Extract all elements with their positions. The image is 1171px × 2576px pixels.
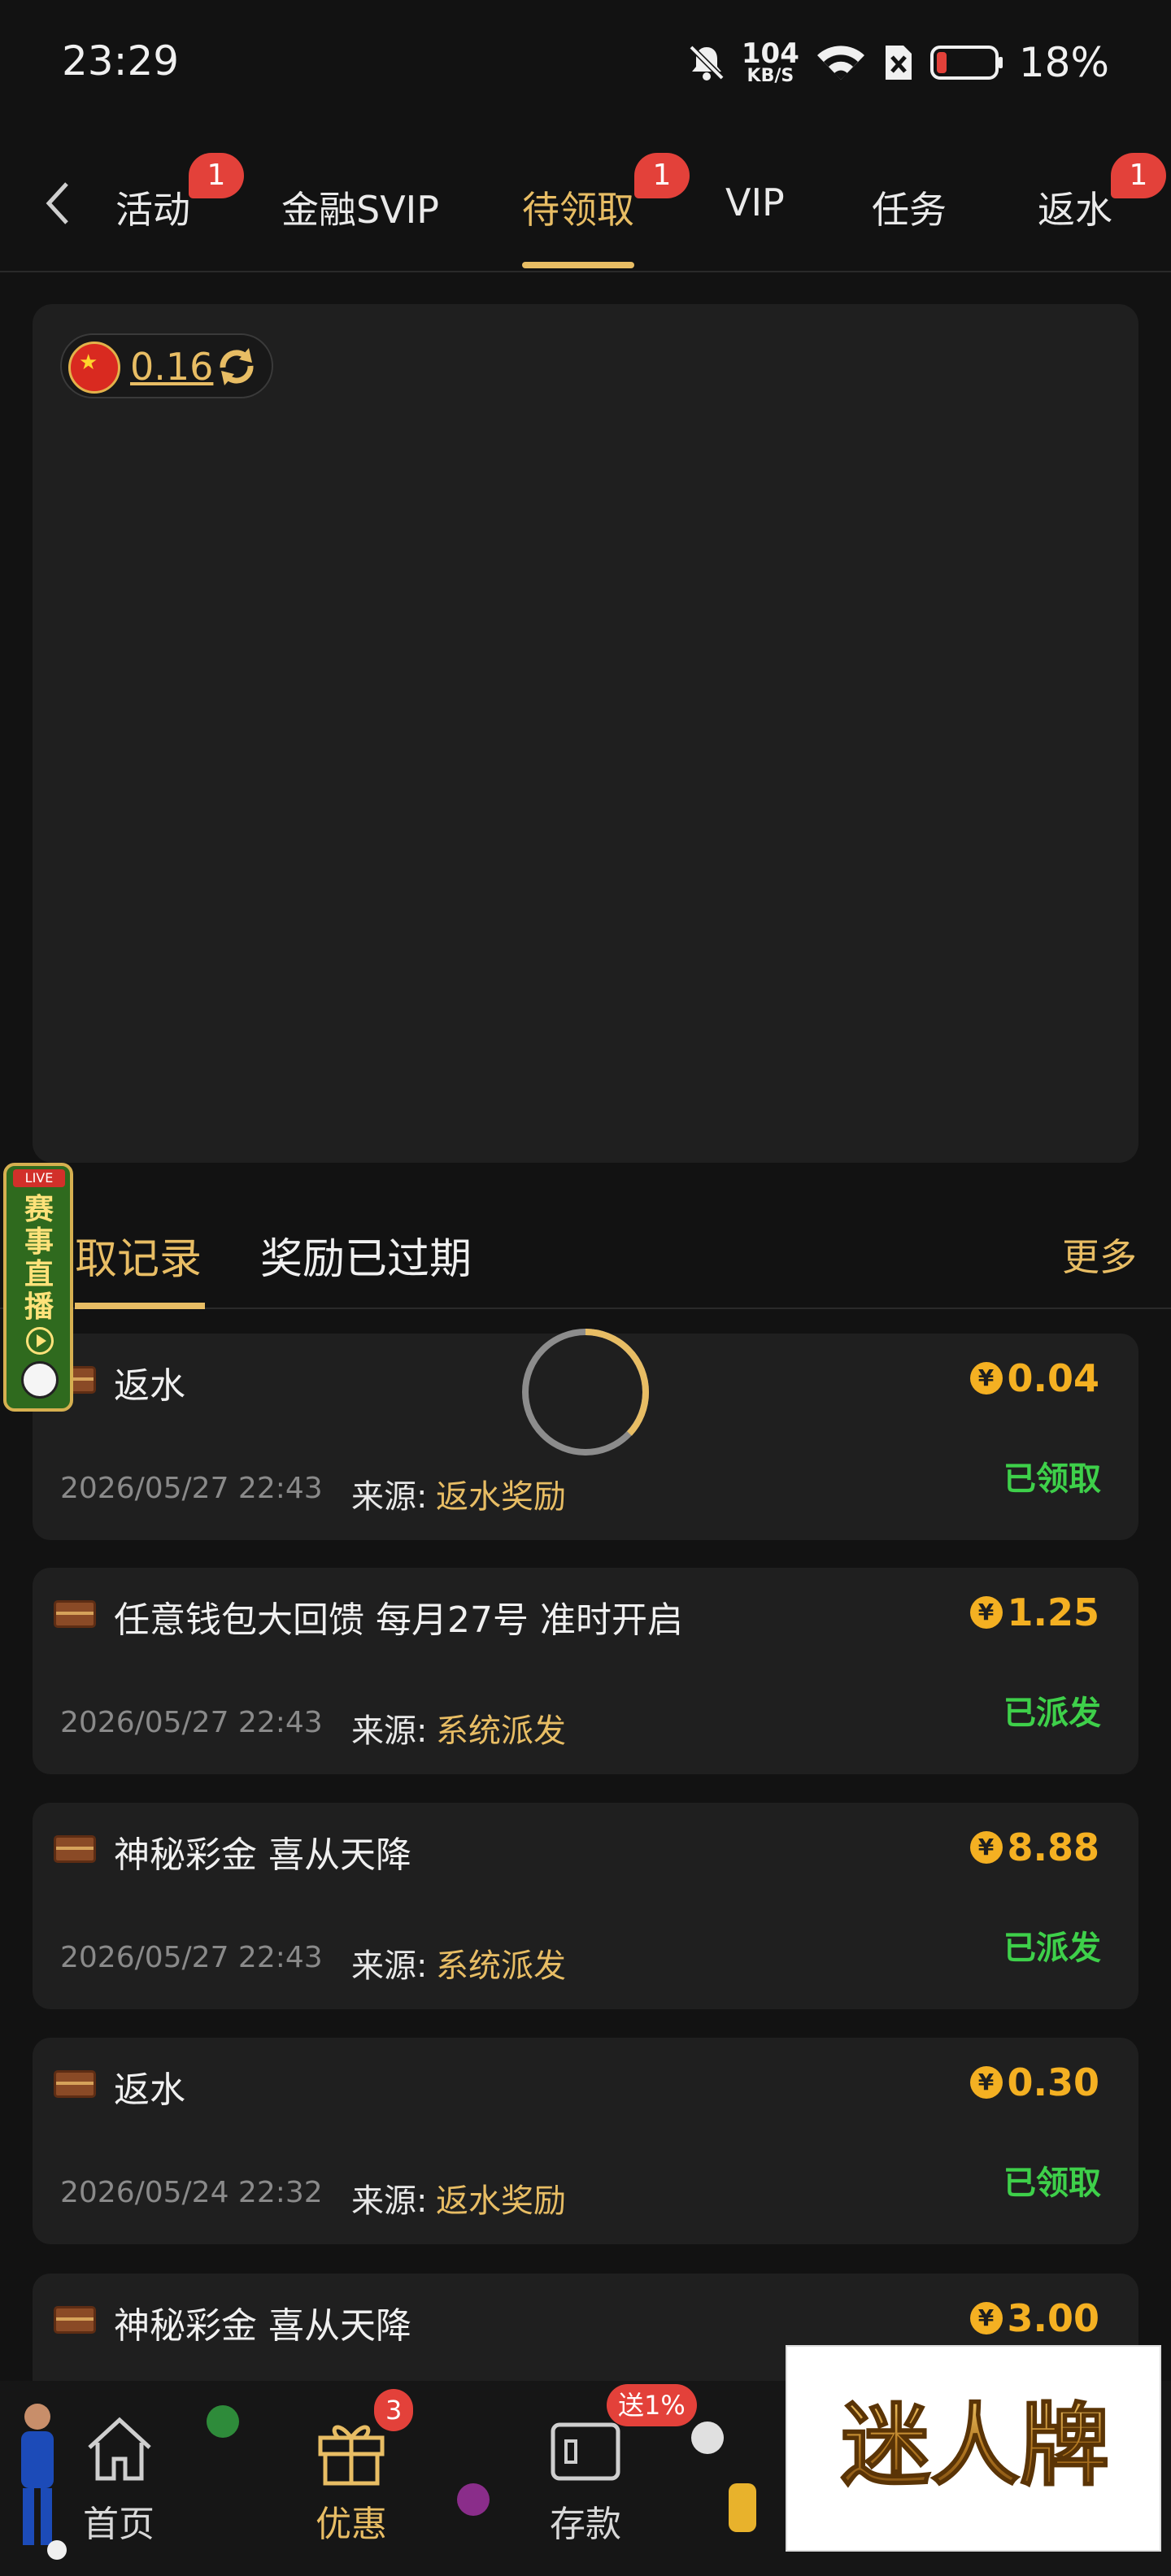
emblem-icon [457,2483,490,2516]
live-broadcast-widget[interactable]: LIVE 赛事直播 [3,1163,73,1412]
nav-offers-badge: 3 [374,2389,414,2431]
tab-vip[interactable]: VIP [725,181,785,224]
tab-finance-svip[interactable]: 金融SVIP [281,181,439,234]
records-tab-indicator [75,1303,205,1309]
record-source: 返水奖励 [436,2182,566,2220]
record-source: 系统派发 [436,1712,566,1750]
gift-icon [318,2425,385,2486]
tab-tasks[interactable]: 任务 [872,181,947,234]
tab-activity[interactable]: 活动 [115,181,190,234]
treasure-chest-icon [54,1835,96,1863]
nav-home-label: 首页 [83,2504,155,2545]
record-status: 已领取 [1003,2165,1101,2202]
balance-value[interactable]: 0.16 [130,345,213,389]
balance-pill[interactable]: ★ 0.16 [60,333,273,398]
more-link[interactable]: 更多 [1062,1228,1137,1281]
home-icon [88,2417,151,2481]
nav-deposit-label: 存款 [550,2504,621,2545]
wallet-icon [551,2422,620,2481]
tab-rebate-badge: 1 [1111,153,1166,198]
nav-deposit-badge: 送1% [607,2384,697,2426]
record-status: 已派发 [1003,1695,1101,1732]
records-tab-bar: 取记录 奖励已过期 更多 [0,1203,1171,1309]
net-speed: 104 KB/S [741,37,799,86]
play-icon [26,1327,54,1355]
record-item[interactable]: 返水 ¥ 0.30 已领取 2026/05/24 22:32 来源: 返水奖励 [33,2038,1138,2244]
status-icons: 104 KB/S 18% [686,39,1109,86]
loading-spinner-icon [522,1329,650,1456]
record-amount: ¥ 1.25 [969,1590,1099,1634]
tab-pending[interactable]: 待领取 [522,181,634,234]
treasure-chest-icon [54,2306,96,2334]
china-flag-icon: ★ [68,342,120,394]
top-tab-bar: 活动 1 金融SVIP 待领取 1 VIP 任务 返水 1 [0,138,1171,272]
record-date: 2026/05/24 22:32 [60,2176,323,2209]
refresh-icon[interactable] [213,343,260,390]
record-title: 返水 [114,2069,185,2111]
tab-active-indicator [522,262,634,268]
record-date: 2026/05/27 22:43 [60,1706,323,1739]
record-amount: ¥ 3.00 [969,2296,1099,2340]
status-time: 23:29 [62,37,180,85]
record-status: 已领取 [1003,1460,1101,1498]
rewards-card: ★ 0.16 [33,304,1138,1163]
record-source: 返水奖励 [436,1478,566,1516]
brand-logo: 迷人牌 [786,2345,1161,2552]
record-source-label: 来源: [351,2182,428,2220]
tab-expired-rewards[interactable]: 奖励已过期 [260,1225,472,1286]
yen-coin-icon: ¥ [969,1831,1003,1864]
record-item[interactable]: 神秘彩金 喜从天降 ¥ 8.88 已派发 2026/05/27 22:43 来源… [33,1803,1138,2009]
brand-logo-text: 迷人牌 [841,2393,1109,2498]
trophy-icon [729,2483,756,2532]
soccer-ball-icon [21,1361,59,1399]
treasure-chest-icon [54,1600,96,1628]
back-button[interactable] [37,177,83,229]
live-widget-label: 赛事直播 [24,1193,54,1324]
record-title: 神秘彩金 喜从天降 [114,2305,411,2347]
tab-rebate[interactable]: 返水 [1038,181,1112,234]
record-status: 已派发 [1003,1930,1101,1967]
record-amount: ¥ 0.04 [969,1356,1099,1400]
record-date: 2026/05/27 22:43 [60,1472,323,1505]
nav-offers-label: 优惠 [316,2504,387,2545]
record-amount: ¥ 8.88 [969,1825,1099,1869]
nav-home[interactable]: 首页 [62,2405,176,2560]
record-item[interactable]: 任意钱包大回馈 每月27号 准时开启 ¥ 1.25 已派发 2026/05/27… [33,1568,1138,1774]
record-source-label: 来源: [351,1478,428,1516]
yen-coin-icon: ¥ [969,2302,1003,2334]
record-source: 系统派发 [436,1947,566,1985]
record-source-label: 来源: [351,1947,428,1985]
record-amount: ¥ 0.30 [969,2060,1099,2104]
bell-muted-icon [689,45,725,80]
yen-coin-icon: ¥ [969,2066,1003,2099]
tab-pending-badge: 1 [634,153,690,198]
battery-percent: 18% [1018,39,1109,86]
canada-flag-icon [691,2422,724,2454]
record-date: 2026/05/27 22:43 [60,1941,323,1974]
yen-coin-icon: ¥ [969,1362,1003,1395]
nav-deposit[interactable]: 存款 [529,2405,642,2560]
tab-activity-badge: 1 [189,153,244,198]
status-bar: 23:29 104 KB/S 18% [0,0,1171,130]
wifi-icon [816,46,864,80]
record-title: 神秘彩金 喜从天降 [114,1834,411,1876]
record-source-label: 来源: [351,1712,428,1750]
sim-blocked-icon [885,46,912,80]
battery-icon [929,46,1003,80]
yen-coin-icon: ¥ [969,1596,1003,1629]
treasure-chest-icon [54,2070,96,2098]
mexico-flag-icon [207,2405,239,2438]
chevron-left-icon [46,182,68,224]
live-tag: LIVE [13,1169,65,1187]
record-title: 返水 [114,1365,185,1407]
tab-claim-records[interactable]: 取记录 [75,1225,202,1286]
record-title: 任意钱包大回馈 每月27号 准时开启 [114,1599,683,1641]
